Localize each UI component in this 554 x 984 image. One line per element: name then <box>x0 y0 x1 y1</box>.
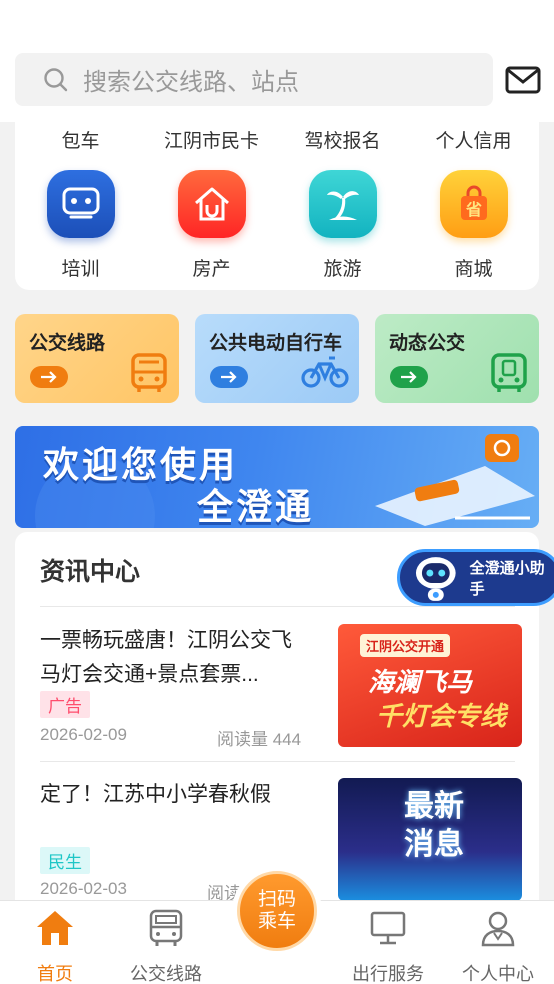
service-mall[interactable]: 省 商城 <box>408 170 539 281</box>
shopping-bag-icon: 省 <box>439 170 508 238</box>
bus-icon <box>149 909 183 946</box>
service-citizen-card[interactable]: 江阴市民卡 <box>146 126 277 153</box>
thumb-caption: 最新 <box>404 790 464 823</box>
home-icon <box>37 911 73 945</box>
services-grid: 包车 江阴市民卡 驾校报名 个人信用 培训 房产 旅游 省 商城 <box>15 122 539 290</box>
article-date: 2026-02-03 <box>40 879 127 898</box>
search-placeholder: 搜索公交线路、站点 <box>83 69 299 96</box>
realtime-bus-icon <box>491 353 527 392</box>
thumb-caption: 江阴公交开通 <box>360 634 451 657</box>
scan-label-line1: 扫码 <box>257 889 296 910</box>
house-icon <box>177 170 246 238</box>
article-thumbnail: 最新 消息 <box>338 778 522 901</box>
divider <box>40 761 515 762</box>
top-bar: 搜索公交线路、站点 <box>0 0 554 122</box>
service-training-label: 培训 <box>61 259 100 280</box>
search-icon <box>44 67 68 91</box>
article-headline: 定了！江苏中小学春秋假 <box>40 783 271 806</box>
banner-line2: 全澄通 <box>197 486 315 527</box>
service-travel[interactable]: 旅游 <box>277 170 408 281</box>
service-mall-label: 商城 <box>454 259 493 280</box>
robot-icon <box>415 556 456 601</box>
quick-e-bike[interactable]: 公共电动自行车 <box>195 314 359 403</box>
tab-travel-services[interactable]: 出行服务 <box>333 909 443 984</box>
monitor-icon <box>370 911 406 945</box>
services-top-row: 包车 江阴市民卡 驾校报名 个人信用 <box>15 126 539 153</box>
tab-profile-label: 个人中心 <box>462 964 534 984</box>
quick-realtime-bus[interactable]: 动态公交 <box>375 314 539 403</box>
service-personal-credit[interactable]: 个人信用 <box>408 126 539 153</box>
quick-bus-routes-label: 公交线路 <box>29 333 106 354</box>
service-driving-school[interactable]: 驾校报名 <box>277 126 408 153</box>
arrow-right-icon <box>30 366 68 388</box>
scan-button-face: 扫码 乘车 <box>237 871 317 951</box>
arrow-right-icon <box>390 366 428 388</box>
service-house[interactable]: 房产 <box>146 170 277 281</box>
service-training[interactable]: 培训 <box>15 170 146 281</box>
training-icon <box>46 170 115 238</box>
ad-tag: 广告 <box>40 691 90 718</box>
service-house-label: 房产 <box>192 259 231 280</box>
search-input[interactable]: 搜索公交线路、站点 <box>15 53 493 106</box>
welcome-banner[interactable]: 欢迎您使用 全澄通 <box>15 426 539 528</box>
assistant-button[interactable]: 全澄通小助手 <box>397 549 554 606</box>
arrow-right-icon <box>210 366 248 388</box>
assistant-label: 全澄通小助手 <box>469 559 545 598</box>
thumb-caption: 千灯会专线 <box>376 701 507 731</box>
tab-travel-services-label: 出行服务 <box>352 964 424 984</box>
user-icon <box>481 911 515 947</box>
quick-realtime-bus-label: 动态公交 <box>389 333 466 354</box>
thumb-caption: 海澜飞马 <box>368 667 473 697</box>
quick-bus-routes[interactable]: 公交线路 <box>15 314 179 403</box>
bicycle-icon <box>301 356 349 388</box>
life-tag: 民生 <box>40 847 90 874</box>
tab-profile[interactable]: 个人中心 <box>443 909 553 984</box>
article-date: 2026-02-09 <box>40 725 127 744</box>
news-article[interactable]: 一票畅玩盛唐！江阴公交飞马灯会交通+景点套票... 广告 2026-02-09 … <box>40 624 530 754</box>
quick-e-bike-label: 公共电动自行车 <box>209 333 343 354</box>
palm-tree-icon <box>308 170 377 238</box>
service-charter[interactable]: 包车 <box>15 126 146 153</box>
news-title: 资讯中心 <box>40 558 141 586</box>
thumb-caption: 消息 <box>404 828 464 861</box>
tab-bus-routes-label: 公交线路 <box>130 964 202 984</box>
svg-text:省: 省 <box>464 200 481 219</box>
tab-home[interactable]: 首页 <box>0 909 110 984</box>
article-reads: 阅读量 444 <box>217 730 302 749</box>
tab-home-label: 首页 <box>37 964 73 984</box>
bus-icon <box>131 353 167 392</box>
tab-bus-routes[interactable]: 公交线路 <box>111 909 221 984</box>
service-travel-label: 旅游 <box>323 259 362 280</box>
scan-to-ride-button[interactable]: 扫码 乘车 <box>232 866 322 956</box>
article-thumbnail: 江阴公交开通 海澜飞马 千灯会专线 <box>338 624 522 747</box>
scan-label-line2: 乘车 <box>257 911 296 932</box>
mail-icon[interactable] <box>505 66 541 94</box>
article-headline: 一票畅玩盛唐！江阴公交飞马灯会交通+景点套票... <box>40 629 292 686</box>
